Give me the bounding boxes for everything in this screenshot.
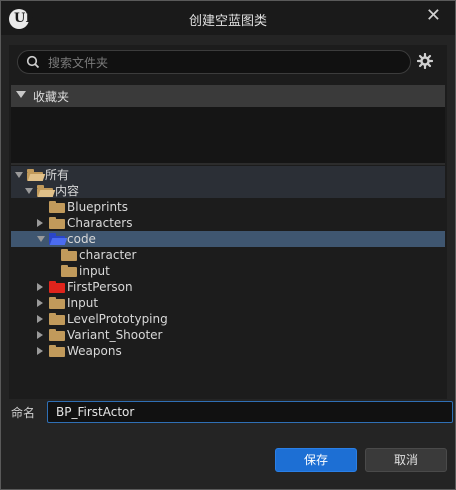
name-label: 命名: [11, 406, 36, 420]
folder-open-icon: [27, 169, 46, 181]
folder-icon: [49, 329, 65, 341]
expand-arrow-right-icon[interactable]: [37, 219, 43, 227]
cancel-button[interactable]: 取消: [365, 448, 447, 472]
tree-row-label: character: [79, 248, 137, 262]
tree-row-label: Variant_Shooter: [67, 328, 163, 342]
tree-row[interactable]: FirstPerson: [11, 279, 445, 295]
tree-row[interactable]: character: [11, 247, 445, 263]
dialog-title: 创建空蓝图类: [188, 14, 267, 29]
tree-row[interactable]: Characters: [11, 215, 445, 231]
folder-open-icon: [49, 233, 68, 245]
dialog-window: UE 创建空蓝图类 ✕ 收藏夹 所有内容Blueprint: [0, 0, 456, 490]
expand-arrow-down-icon[interactable]: [37, 236, 45, 242]
tree-row-label: Input: [67, 296, 99, 310]
tree-row-label: code: [67, 232, 96, 246]
tree-row-label: 所有: [45, 168, 70, 182]
folder-icon: [49, 313, 65, 325]
folder-icon: [61, 265, 77, 277]
folder-open-icon: [37, 185, 56, 197]
favorites-header[interactable]: 收藏夹: [11, 85, 445, 107]
tree-row-label: Blueprints: [67, 200, 129, 214]
tree-row[interactable]: Variant_Shooter: [11, 327, 445, 343]
favorites-label: 收藏夹: [33, 90, 70, 104]
tree-row[interactable]: 所有: [11, 167, 445, 183]
tree-row-label: Weapons: [67, 344, 122, 358]
name-input[interactable]: [47, 401, 453, 423]
search-input[interactable]: [46, 53, 400, 73]
tree-row[interactable]: Input: [11, 295, 445, 311]
panel-splitter[interactable]: [11, 163, 445, 165]
folder-icon: [49, 297, 65, 309]
tree-row[interactable]: 内容: [11, 183, 445, 199]
save-button[interactable]: 保存: [275, 448, 357, 472]
close-icon[interactable]: ✕: [426, 6, 441, 26]
folder-icon: [49, 345, 65, 357]
tree-row[interactable]: Blueprints: [11, 199, 445, 215]
tree-row-label: Characters: [67, 216, 133, 230]
expand-arrow-down-icon[interactable]: [15, 172, 23, 178]
expand-arrow-right-icon[interactable]: [37, 283, 43, 291]
tree-row-label: FirstPerson: [67, 280, 133, 294]
tree-row[interactable]: input: [11, 263, 445, 279]
tree-row-label: 内容: [55, 184, 80, 198]
title-bar: UE 创建空蓝图类 ✕: [1, 1, 455, 35]
folder-icon: [49, 217, 65, 229]
expand-arrow-right-icon[interactable]: [37, 299, 43, 307]
expand-arrow-right-icon[interactable]: [37, 331, 43, 339]
tree-row[interactable]: Weapons: [11, 343, 445, 359]
tree-row-label: LevelPrototyping: [67, 312, 168, 326]
tree-row-label: input: [79, 264, 110, 278]
tree-row[interactable]: LevelPrototyping: [11, 311, 445, 327]
search-icon: [26, 55, 40, 69]
expand-arrow-right-icon[interactable]: [37, 315, 43, 323]
gear-icon[interactable]: [417, 53, 433, 69]
folder-icon: [49, 281, 65, 293]
search-box: [17, 50, 411, 74]
collapse-arrow-icon[interactable]: [16, 91, 26, 98]
favorites-list: [11, 107, 445, 163]
folder-icon: [49, 201, 65, 213]
folder-tree: 所有内容 Blueprints Characters code character inp…: [11, 166, 445, 398]
expand-arrow-right-icon[interactable]: [37, 347, 43, 355]
expand-arrow-down-icon[interactable]: [25, 188, 33, 194]
folder-picker-panel: 收藏夹 所有内容 Blueprints Characters code characte…: [9, 45, 447, 399]
folder-icon: [61, 249, 77, 261]
tree-row[interactable]: code: [11, 231, 445, 247]
